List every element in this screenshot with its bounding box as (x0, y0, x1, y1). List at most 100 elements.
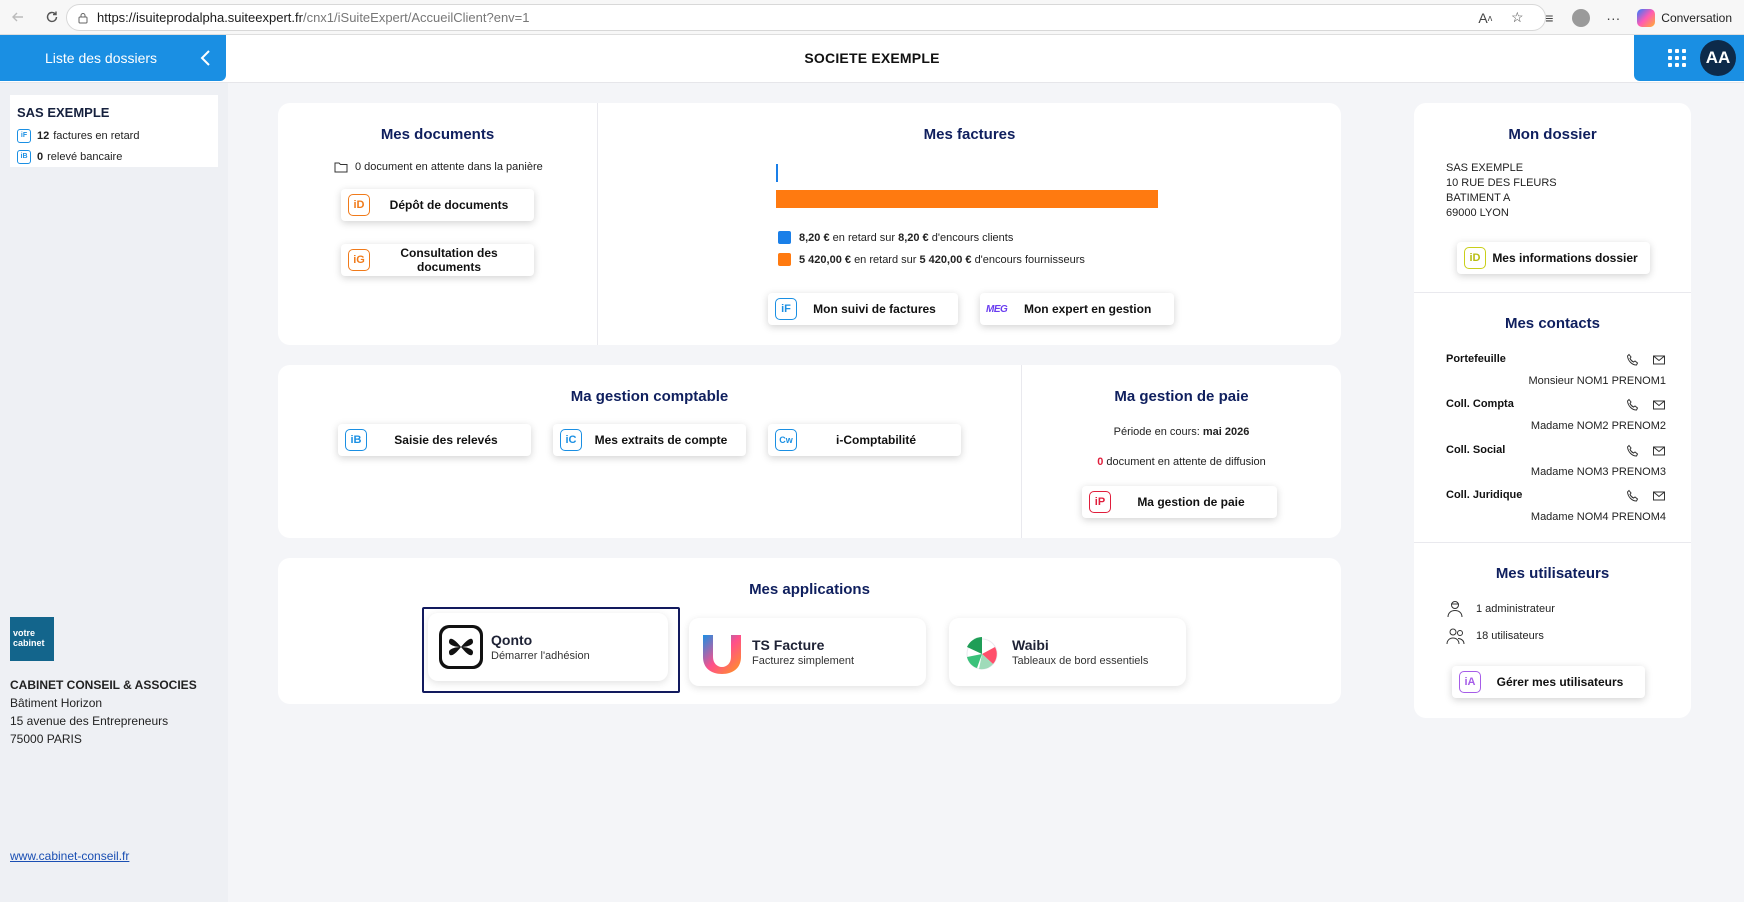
mail-icon[interactable] (1652, 489, 1666, 503)
browser-actions: Aʌ ☆ ≡ ··· Conversation (1469, 0, 1744, 35)
payroll-pending: 0 document en attente de diffusion (1022, 456, 1341, 468)
app-qonto-name: Qonto (491, 632, 533, 648)
dossier-title: Mon dossier (1508, 126, 1597, 143)
admin-user-icon (1447, 601, 1463, 618)
consult-doc-icon: iG (348, 249, 370, 271)
waibi-logo-icon (966, 637, 998, 670)
cabinet-website-link[interactable]: www.cabinet-conseil.fr (10, 849, 129, 863)
app-ts-facture[interactable]: TS Facture Facturez simplement (689, 618, 926, 686)
mail-icon[interactable] (1652, 444, 1666, 458)
invoice-tracking-icon: iF (775, 298, 797, 320)
payroll-icon: iP (1089, 491, 1111, 513)
conversation-button[interactable]: Conversation (1629, 8, 1744, 27)
favorites-list-icon[interactable]: ≡ (1533, 2, 1565, 34)
dossier-contacts-card: Mon dossier SAS EXEMPLE 10 RUE DES FLEUR… (1414, 103, 1691, 718)
apps-grid-icon[interactable] (1668, 49, 1686, 67)
bank-entry-icon: iB (345, 429, 367, 451)
payroll-management-button[interactable]: iP Ma gestion de paie (1082, 486, 1277, 518)
phone-icon[interactable] (1626, 353, 1640, 367)
mail-icon[interactable] (1652, 353, 1666, 367)
admins-line: 1 administrateur (1446, 600, 1555, 618)
cabinet-logo: votre cabinet (10, 617, 54, 661)
document-upload-label: Dépôt de documents (389, 198, 509, 212)
document-consult-button[interactable]: iG Consultation des documents (341, 244, 534, 276)
contact-name: Madame NOM2 PRENOM2 (1530, 420, 1666, 432)
document-upload-button[interactable]: iD Dépôt de documents (341, 189, 534, 221)
bank-count: 0 (37, 150, 44, 163)
qonto-logo-icon (439, 625, 483, 669)
contact-name: Monsieur NOM1 PRENOM1 (1528, 375, 1666, 387)
bank-entry-label: Saisie des relevés (394, 433, 498, 447)
ts-facture-logo-icon (703, 635, 741, 674)
users-title: Mes utilisateurs (1495, 565, 1610, 582)
browser-toolbar: https://isuiteprodalpha.suiteexpert.fr/c… (0, 0, 1744, 35)
applications-card: Mes applications Qonto Démarrer l'adhési… (278, 558, 1341, 704)
documents-invoices-card: Mes documents 0 document en attente dans… (278, 103, 1341, 345)
payroll-pending-count: 0 (1097, 456, 1104, 468)
management-expert-label: Mon expert en gestion (1023, 302, 1152, 316)
summary-title: SAS EXEMPLE (17, 105, 110, 120)
contacts-title: Mes contacts (1504, 315, 1601, 332)
arrow-left-icon (12, 12, 23, 22)
profile-icon[interactable] (1565, 2, 1597, 34)
admins-count: 1 administrateur (1476, 603, 1555, 615)
section-divider (1414, 542, 1691, 543)
documents-pending-text: 0 document en attente dans la panière (355, 161, 543, 173)
manage-users-icon: iA (1459, 671, 1481, 693)
invoice-tracking-button[interactable]: iF Mon suivi de factures (768, 293, 958, 325)
app-header: Liste des dossiers SOCIETE EXEMPLE AA (0, 35, 1744, 83)
bank-statement-line[interactable]: iB 0 relevé bancaire (17, 146, 211, 167)
avatar[interactable]: AA (1700, 40, 1736, 76)
address-bar[interactable]: https://isuiteprodalpha.suiteexpert.fr/c… (66, 4, 1546, 31)
meg-logo-icon: MEG (986, 303, 1008, 315)
app-waibi-name: Waibi (1012, 637, 1049, 653)
app-ts-facture-subtitle: Facturez simplement (752, 655, 855, 667)
cabinet-info: CABINET CONSEIL & ASSOCIES Bâtiment Hori… (10, 676, 197, 748)
conversation-label: Conversation (1661, 10, 1732, 25)
late-invoices-label: factures en retard (53, 129, 140, 142)
contact-item: Coll. Juridique Madame NOM4 PRENOM4 (1446, 489, 1666, 523)
contact-actions (1626, 398, 1666, 412)
more-menu-icon[interactable]: ··· (1597, 2, 1629, 34)
suppliers-tail: d'encours fournisseurs (974, 253, 1085, 266)
clients-late-bar (776, 164, 778, 182)
app-qonto[interactable]: Qonto Démarrer l'adhésion (428, 613, 668, 681)
clients-legend-swatch (778, 231, 791, 244)
phone-icon[interactable] (1626, 489, 1640, 503)
late-invoices-count: 12 (37, 129, 50, 142)
bank-entry-button[interactable]: iB Saisie des relevés (338, 424, 531, 456)
contact-actions (1626, 489, 1666, 503)
dossier-summary-card[interactable]: SAS EXEMPLE iF 12 factures en retard iB … (10, 95, 218, 167)
suppliers-amount: 5 420,00 € (799, 253, 851, 266)
invoice-bars-chart (776, 164, 1158, 208)
i-comptabilite-button[interactable]: Cw i-Comptabilité (768, 424, 961, 456)
header-actions: AA (1634, 35, 1744, 81)
favorite-star-icon[interactable]: ☆ (1501, 2, 1533, 34)
dossier-info-icon: iD (1464, 247, 1486, 269)
account-extracts-label: Mes extraits de compte (594, 433, 728, 447)
late-invoices-line[interactable]: iF 12 factures en retard (17, 125, 211, 146)
payroll-pending-text: document en attente de diffusion (1106, 456, 1266, 468)
manage-users-button[interactable]: iA Gérer mes utilisateurs (1452, 666, 1645, 698)
cabinet-name: CABINET CONSEIL & ASSOCIES (10, 678, 197, 692)
document-consult-label: Consultation des documents (400, 246, 498, 274)
upload-doc-icon: iD (348, 194, 370, 216)
management-expert-button[interactable]: MEG Mon expert en gestion (980, 293, 1174, 325)
contact-item: Portefeuille Monsieur NOM1 PRENOM1 (1446, 353, 1666, 387)
app-waibi[interactable]: Waibi Tableaux de bord essentiels (949, 618, 1186, 686)
account-extracts-icon: iC (560, 429, 582, 451)
reload-button[interactable] (38, 3, 66, 31)
clients-legend: 8,20 € en retard sur 8,20 € d'encours cl… (778, 231, 1013, 244)
documents-title: Mes documents (380, 126, 495, 143)
dossier-address: SAS EXEMPLE 10 RUE DES FLEURS BATIMENT A… (1446, 161, 1557, 221)
account-extracts-button[interactable]: iC Mes extraits de compte (553, 424, 746, 456)
read-aloud-icon[interactable]: Aʌ (1469, 2, 1501, 34)
mail-icon[interactable] (1652, 398, 1666, 412)
dossier-line-1: SAS EXEMPLE (1446, 162, 1524, 174)
payroll-period-label: Période en cours: (1113, 426, 1200, 438)
dossier-info-button[interactable]: iD Mes informations dossier (1457, 242, 1650, 274)
phone-icon[interactable] (1626, 444, 1640, 458)
phone-icon[interactable] (1626, 398, 1640, 412)
back-button[interactable] (4, 3, 32, 31)
cabinet-address-3: 75000 PARIS (10, 732, 82, 746)
